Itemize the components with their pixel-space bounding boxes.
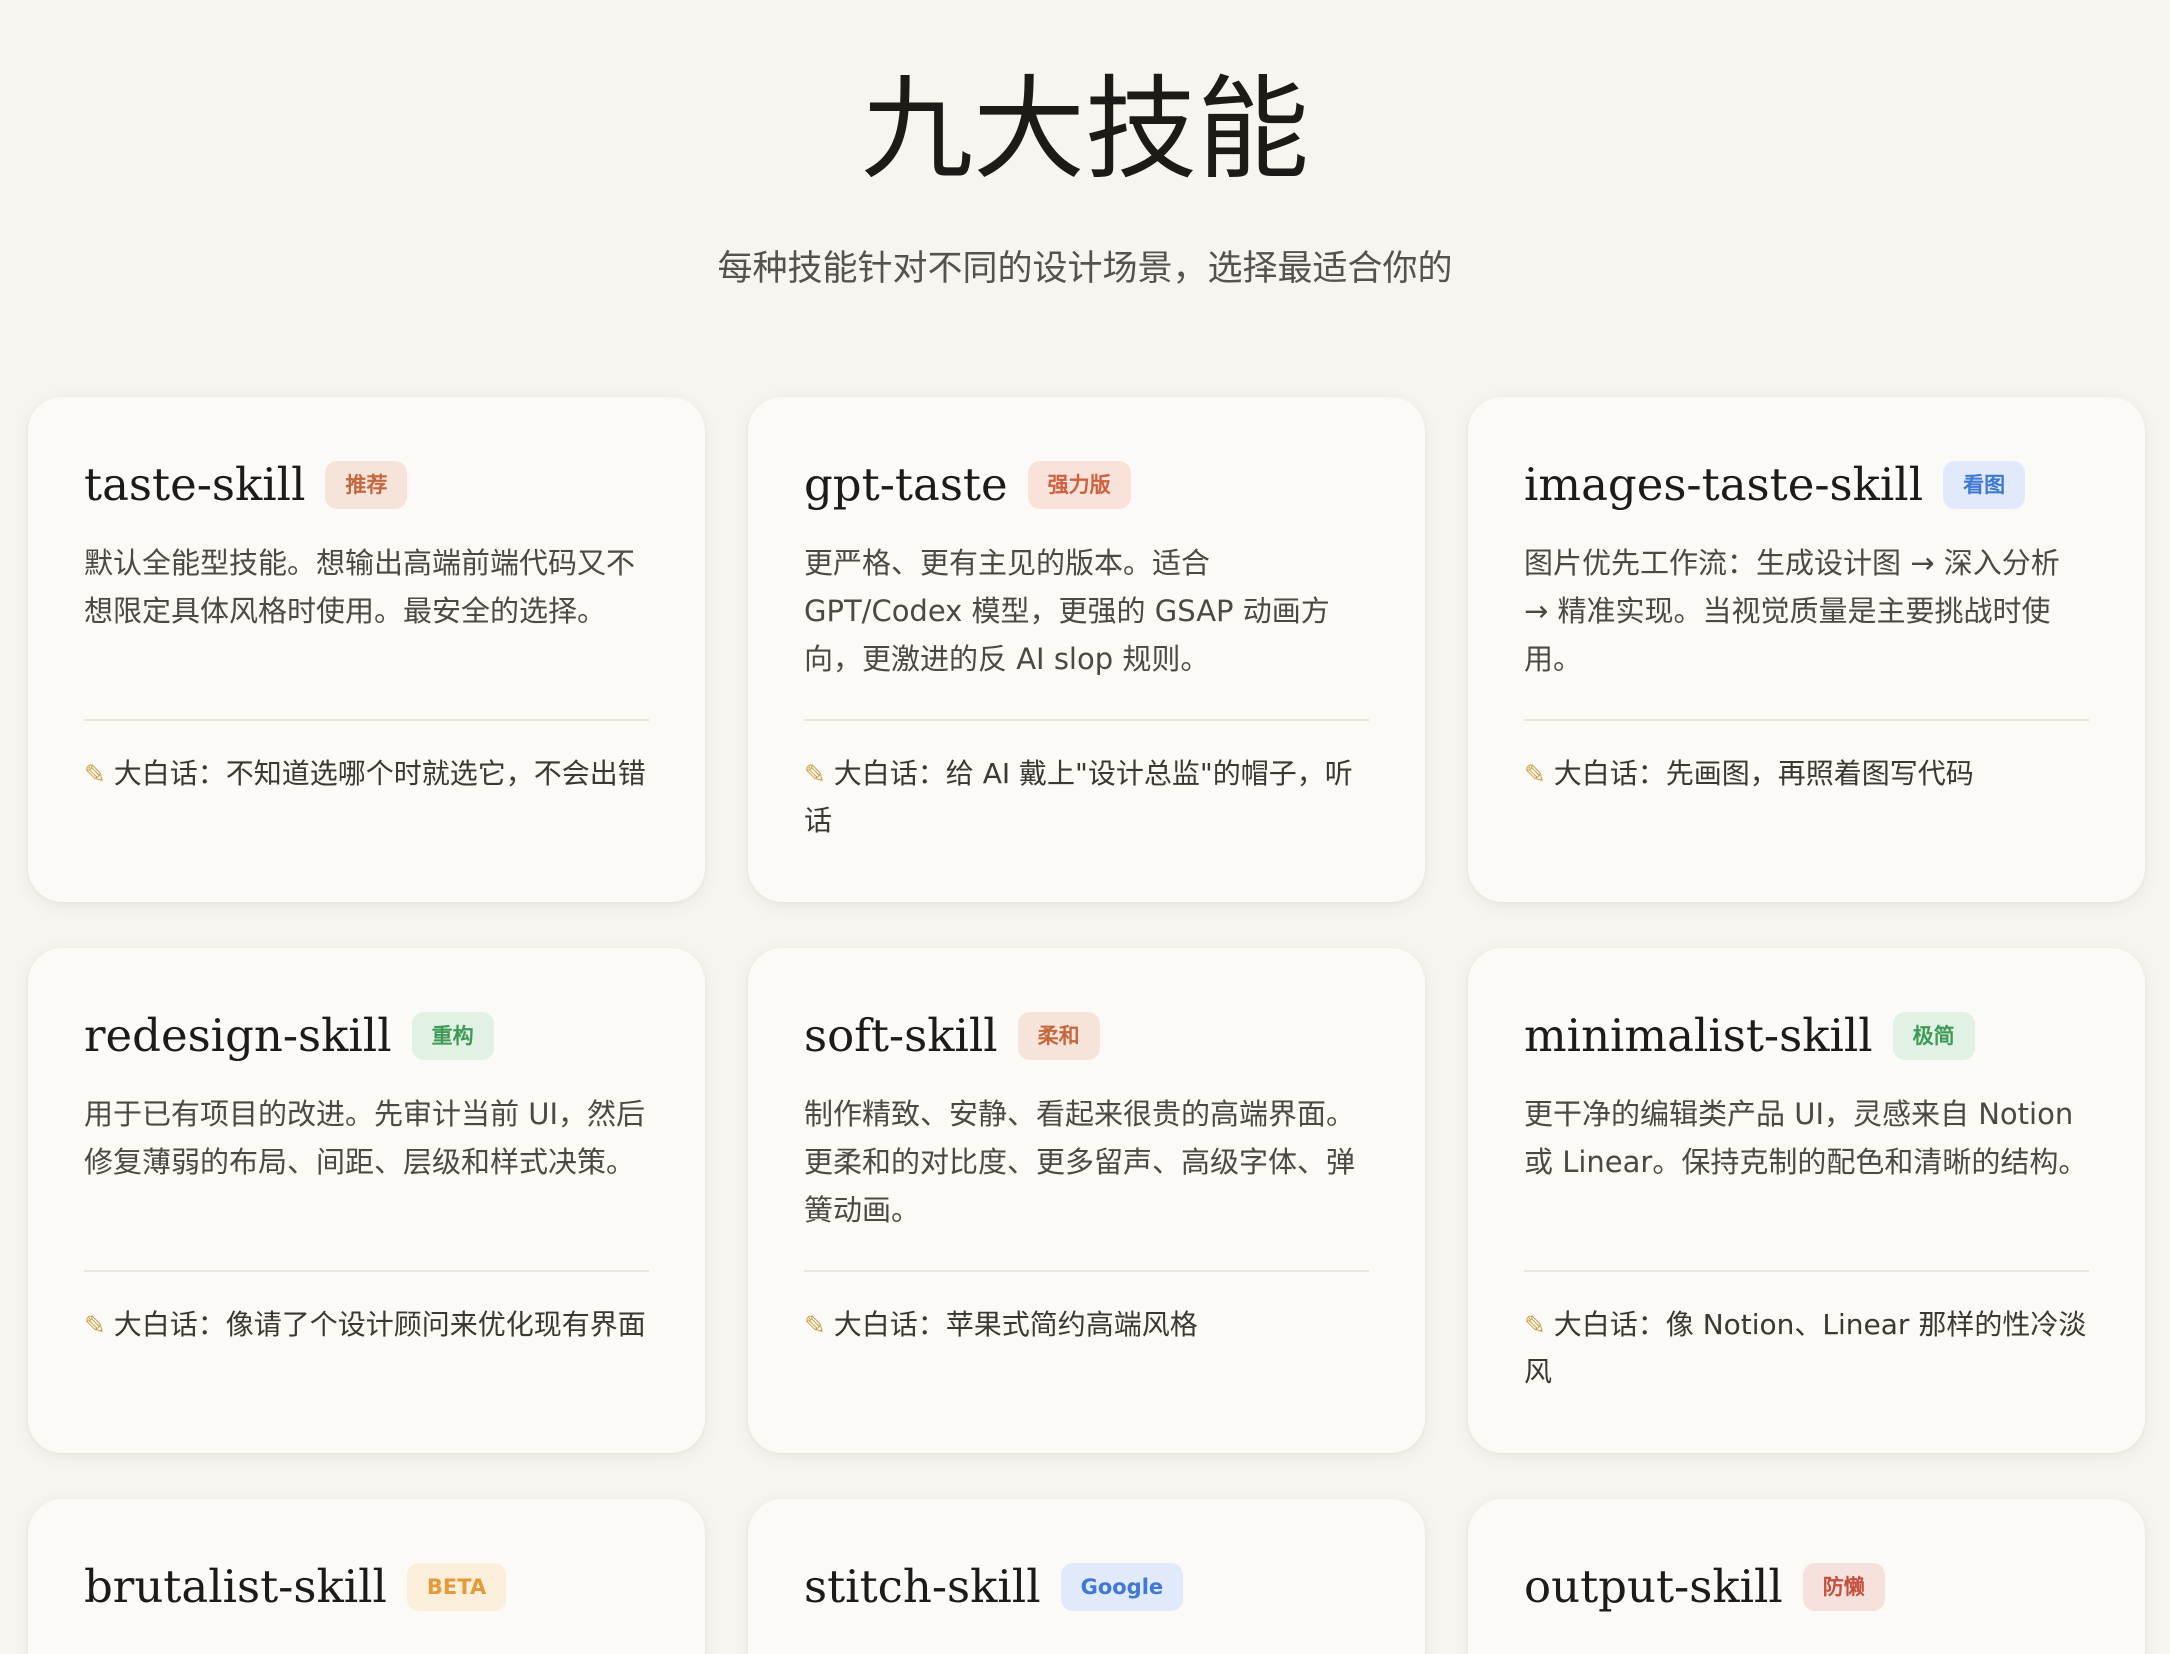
divider bbox=[804, 1270, 1369, 1272]
skill-note: ✎ 大白话：苹果式简约高端风格 bbox=[804, 1302, 1369, 1349]
skill-description: 用于已有项目的改进。先审计当前 UI，然后修复薄弱的布局、间距、层级和样式决策。 bbox=[84, 1097, 645, 1179]
card-header: taste-skill 推荐 bbox=[84, 453, 649, 517]
skill-name: redesign-skill bbox=[84, 1009, 392, 1062]
divider bbox=[1524, 719, 2089, 721]
skill-badge: Google bbox=[1060, 1563, 1184, 1611]
card-header: gpt-taste 强力版 bbox=[804, 453, 1369, 517]
skill-name: taste-skill bbox=[84, 458, 306, 511]
skill-description: 更干净的编辑类产品 UI，灵感来自 Notion 或 Linear。保持克制的配… bbox=[1524, 1097, 2088, 1179]
skill-description: 更严格、更有主见的版本。适合 GPT/Codex 模型，更强的 GSAP 动画方… bbox=[804, 546, 1330, 676]
card-header: brutalist-skill BETA bbox=[84, 1555, 649, 1619]
skill-note-text: 大白话：先画图，再照着图写代码 bbox=[1553, 757, 1974, 790]
skills-grid: taste-skill 推荐 默认全能型技能。想输出高端前端代码又不想限定具体风… bbox=[28, 397, 2145, 1654]
skill-badge: 柔和 bbox=[1017, 1012, 1100, 1060]
skill-description: 制作精致、安静、看起来很贵的高端界面。更柔和的对比度、更多留声、高级字体、弹簧动… bbox=[804, 1097, 1356, 1227]
skill-note: ✎ 大白话：给 AI 戴上"设计总监"的帽子，听话 bbox=[804, 751, 1369, 843]
skill-note-text: 大白话：给 AI 戴上"设计总监"的帽子，听话 bbox=[804, 757, 1353, 837]
skill-note: ✎ 大白话：像 Notion、Linear 那样的性冷淡风 bbox=[1524, 1302, 2089, 1394]
skill-card-brutalist-skill[interactable]: brutalist-skill BETA bbox=[28, 1499, 705, 1654]
skill-name: stitch-skill bbox=[804, 1560, 1041, 1613]
skill-note-text: 大白话：苹果式简约高端风格 bbox=[833, 1308, 1198, 1341]
divider bbox=[804, 719, 1369, 721]
card-header: soft-skill 柔和 bbox=[804, 1004, 1369, 1068]
card-header: stitch-skill Google bbox=[804, 1555, 1369, 1619]
memo-icon: ✎ bbox=[1524, 760, 1546, 790]
card-header: minimalist-skill 极简 bbox=[1524, 1004, 2089, 1068]
skill-name: soft-skill bbox=[804, 1009, 998, 1062]
skill-description: 默认全能型技能。想输出高端前端代码又不想限定具体风格时使用。最安全的选择。 bbox=[84, 546, 636, 628]
card-header: redesign-skill 重构 bbox=[84, 1004, 649, 1068]
skill-badge: 防懒 bbox=[1802, 1563, 1885, 1611]
memo-icon: ✎ bbox=[1524, 1311, 1546, 1341]
memo-icon: ✎ bbox=[84, 760, 106, 790]
skill-badge: 强力版 bbox=[1027, 461, 1131, 509]
memo-icon: ✎ bbox=[804, 1311, 826, 1341]
card-header: images-taste-skill 看图 bbox=[1524, 453, 2089, 517]
skill-card-stitch-skill[interactable]: stitch-skill Google bbox=[748, 1499, 1425, 1654]
skill-name: gpt-taste bbox=[804, 458, 1008, 511]
skill-card-output-skill[interactable]: output-skill 防懒 bbox=[1468, 1499, 2145, 1654]
skill-name: minimalist-skill bbox=[1524, 1009, 1873, 1062]
skill-card-taste-skill[interactable]: taste-skill 推荐 默认全能型技能。想输出高端前端代码又不想限定具体风… bbox=[28, 397, 705, 902]
skill-name: output-skill bbox=[1524, 1560, 1783, 1613]
divider bbox=[1524, 1270, 2089, 1272]
memo-icon: ✎ bbox=[84, 1311, 106, 1341]
divider bbox=[84, 1270, 649, 1272]
skill-badge: 看图 bbox=[1943, 461, 2026, 509]
page-title: 九大技能 bbox=[861, 65, 1309, 195]
memo-icon: ✎ bbox=[804, 760, 826, 790]
skill-name: brutalist-skill bbox=[84, 1560, 387, 1613]
skill-note: ✎ 大白话：不知道选哪个时就选它，不会出错 bbox=[84, 751, 649, 798]
card-header: output-skill 防懒 bbox=[1524, 1555, 2089, 1619]
skill-card-minimalist-skill[interactable]: minimalist-skill 极简 更干净的编辑类产品 UI，灵感来自 No… bbox=[1468, 948, 2145, 1453]
skill-note-text: 大白话：像 Notion、Linear 那样的性冷淡风 bbox=[1524, 1308, 2087, 1388]
divider bbox=[84, 719, 649, 721]
skill-card-images-taste-skill[interactable]: images-taste-skill 看图 图片优先工作流：生成设计图 → 深入… bbox=[1468, 397, 2145, 902]
skill-card-gpt-taste[interactable]: gpt-taste 强力版 更严格、更有主见的版本。适合 GPT/Codex 模… bbox=[748, 397, 1425, 902]
skill-badge: BETA bbox=[406, 1563, 507, 1611]
skill-badge: 推荐 bbox=[325, 461, 408, 509]
skill-note: ✎ 大白话：先画图，再照着图写代码 bbox=[1524, 751, 2089, 798]
page-subtitle: 每种技能针对不同的设计场景，选择最适合你的 bbox=[717, 249, 1453, 289]
skill-badge: 极简 bbox=[1892, 1012, 1975, 1060]
skill-note-text: 大白话：不知道选哪个时就选它，不会出错 bbox=[113, 757, 646, 790]
skill-card-soft-skill[interactable]: soft-skill 柔和 制作精致、安静、看起来很贵的高端界面。更柔和的对比度… bbox=[748, 948, 1425, 1453]
skill-note-text: 大白话：像请了个设计顾问来优化现有界面 bbox=[113, 1308, 646, 1341]
skill-badge: 重构 bbox=[411, 1012, 494, 1060]
skill-name: images-taste-skill bbox=[1524, 458, 1924, 511]
skill-note: ✎ 大白话：像请了个设计顾问来优化现有界面 bbox=[84, 1302, 649, 1349]
skill-description: 图片优先工作流：生成设计图 → 深入分析 → 精准实现。当视觉质量是主要挑战时使… bbox=[1524, 546, 2060, 676]
skill-card-redesign-skill[interactable]: redesign-skill 重构 用于已有项目的改进。先审计当前 UI，然后修… bbox=[28, 948, 705, 1453]
